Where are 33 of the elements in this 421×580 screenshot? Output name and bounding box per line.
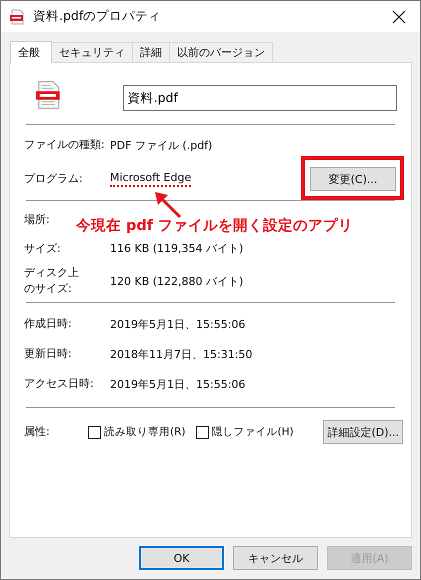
field-label: プログラム:	[24, 171, 83, 187]
dialog-button[interactable]: キャンセル	[233, 546, 318, 570]
field-value: 2019年5月1日、15:55:06	[110, 316, 246, 332]
field-value: 2018年11月7日、15:31:50	[110, 346, 252, 362]
checkbox[interactable]	[88, 426, 101, 438]
advanced-button[interactable]: 詳細設定(D)...	[323, 420, 403, 444]
program-name: Microsoft Edge	[110, 171, 192, 187]
window-title: 資料.pdfのプロパティ	[33, 8, 162, 25]
field-label: サイズ:	[24, 240, 61, 256]
field-label: 属性:	[24, 424, 51, 440]
field-label: のサイズ:	[24, 281, 72, 297]
close-icon[interactable]	[392, 10, 406, 24]
field-value: 116 KB (119,354 バイト)	[110, 241, 244, 256]
change-button[interactable]: 変更(C)...	[310, 167, 396, 191]
field-value: 120 KB (122,880 バイト)	[110, 274, 244, 288]
checkbox[interactable]	[196, 426, 208, 438]
field-label: 場所:	[24, 212, 50, 228]
file-name-field[interactable]: 資料.pdf	[122, 85, 397, 111]
field-value: 2019年5月1日、15:55:06	[110, 376, 246, 392]
field-label: 更新日時:	[24, 346, 72, 362]
field-value: PDF ファイル (.pdf)	[110, 138, 212, 152]
field-label: ディスク上	[24, 265, 79, 281]
tab[interactable]: 全般	[10, 41, 52, 63]
field-label: 作成日時:	[24, 316, 72, 332]
annotation-text: 今現在 pdf ファイルを開く設定のアプリ	[76, 216, 354, 235]
field-label: アクセス日時:	[24, 376, 94, 392]
checkbox-label: 隠しファイル(H)	[212, 425, 294, 439]
pdf-file-icon	[35, 80, 62, 110]
tab[interactable]: 以前のバージョン	[169, 42, 273, 62]
field-label: ファイルの種類:	[24, 137, 105, 153]
pdf-file-icon	[9, 8, 25, 24]
dialog-button[interactable]: OK	[139, 546, 224, 570]
checkbox-label: 読み取り専用(R)	[104, 425, 186, 439]
